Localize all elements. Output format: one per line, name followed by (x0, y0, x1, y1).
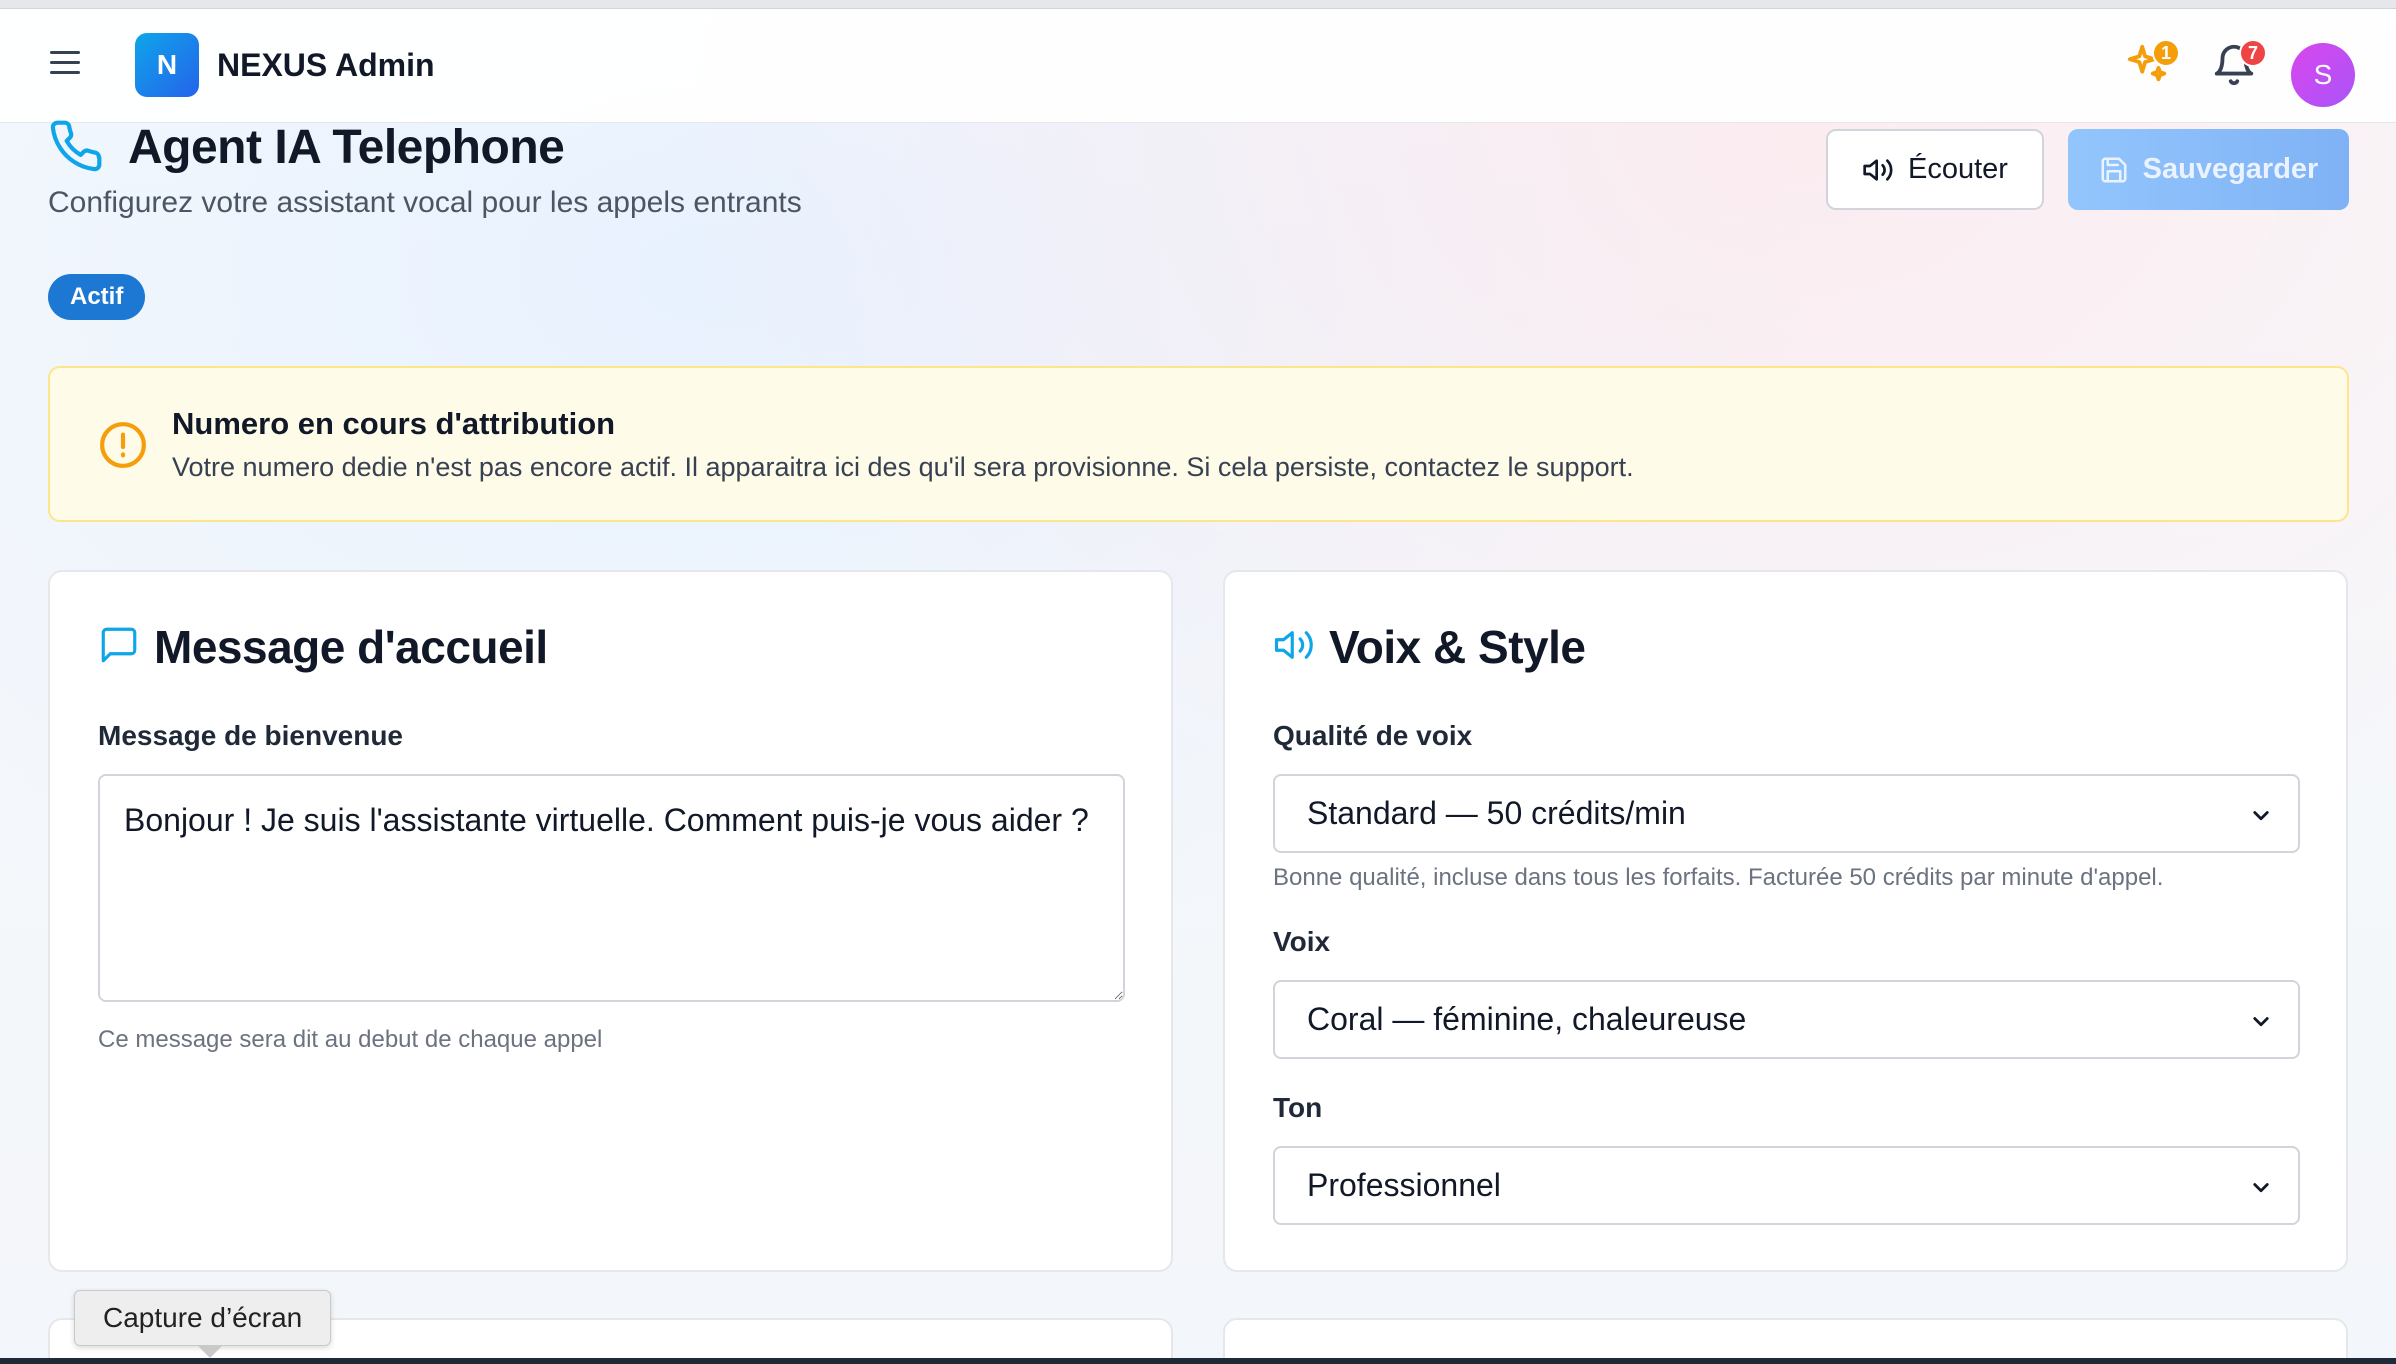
bell-icon[interactable]: 7 (2211, 39, 2267, 97)
listen-button[interactable]: Écouter (1826, 129, 2044, 210)
voice-card-title: Voix & Style (1329, 621, 1586, 673)
sparkle-icon[interactable]: 1 (2124, 39, 2180, 97)
menu-icon[interactable] (48, 51, 82, 81)
welcome-message-hint: Ce message sera dit au debut de chaque a… (98, 1026, 603, 1053)
voice-style-card: Voix & Style Qualité de voix Standard — … (1223, 570, 2348, 1272)
message-icon (98, 624, 140, 666)
voice-label: Voix (1273, 926, 1331, 957)
save-button[interactable]: Sauvegarder (2068, 129, 2349, 210)
page-title: Agent IA Telephone (128, 121, 565, 174)
warning-alert: Numero en cours d'attribution Votre nume… (48, 366, 2349, 522)
chevron-down-icon (2253, 811, 2269, 821)
welcome-message-label: Message de bienvenue (98, 720, 404, 751)
voice-quality-value: Standard — 50 crédits/min (1307, 795, 1686, 831)
listen-button-label: Écouter (1908, 153, 2008, 185)
bottom-edge (0, 1358, 2396, 1364)
chevron-down-icon (2253, 1183, 2269, 1193)
save-icon (2101, 157, 2127, 182)
tone-select[interactable]: Professionnel (1273, 1146, 2300, 1225)
notification-badge: 7 (2239, 39, 2267, 67)
voice-quality-label: Qualité de voix (1273, 720, 1473, 751)
save-button-label: Sauvegarder (2142, 153, 2319, 185)
greeting-card: Message d'accueil Message de bienvenue B… (48, 570, 1173, 1272)
voice-quality-hint: Bonne qualité, incluse dans tous les for… (1273, 864, 2164, 891)
alert-circle-icon (98, 420, 148, 470)
sparkle-badge: 1 (2152, 39, 2180, 67)
app-logo[interactable]: N (135, 33, 199, 97)
chevron-down-icon (2253, 1017, 2269, 1027)
screenshot-tooltip: Capture d’écran (74, 1290, 332, 1346)
welcome-message-textarea[interactable]: Bonjour ! Je suis l'assistante virtuelle… (98, 774, 1125, 1002)
voice-quality-select[interactable]: Standard — 50 crédits/min (1273, 774, 2300, 853)
voice-select[interactable]: Coral — féminine, chaleureuse (1273, 980, 2300, 1059)
tooltip-tail (198, 1346, 222, 1358)
greeting-card-title: Message d'accueil (154, 621, 548, 673)
speaker-icon (1863, 158, 1893, 181)
tone-label: Ton (1273, 1092, 1323, 1123)
browser-top-strip (0, 0, 2396, 9)
phone-icon (48, 118, 104, 174)
avatar[interactable]: S (2291, 43, 2355, 107)
alert-title: Numero en cours d'attribution (172, 406, 616, 441)
alert-text: Votre numero dedie n'est pas encore acti… (172, 452, 1634, 482)
status-badge: Actif (48, 274, 146, 320)
tone-value: Professionnel (1307, 1167, 1501, 1203)
page-subtitle: Configurez votre assistant vocal pour le… (48, 186, 802, 219)
top-header: N NEXUS Admin 1 7 S (0, 9, 2396, 123)
voice-value: Coral — féminine, chaleureuse (1307, 1001, 1747, 1037)
speaker-icon (1273, 624, 1315, 666)
app-name: NEXUS Admin (217, 47, 435, 83)
